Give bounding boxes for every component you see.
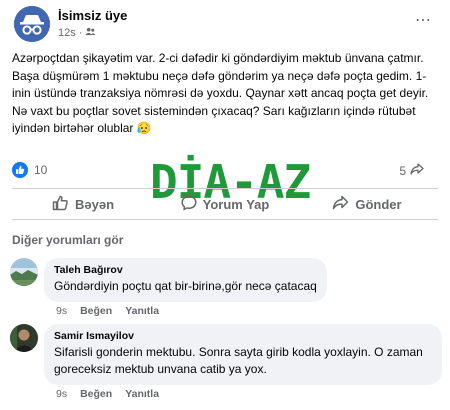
- commenter-name[interactable]: Taleh Bağırov: [54, 264, 317, 276]
- comment-bubble: Taleh Bağırov Göndərdiyin poçtu qat bir-…: [44, 258, 327, 302]
- meta-separator: ·: [78, 27, 83, 39]
- post-paragraph-2: Nə vaxt bu poçtlar sovet sistemindən çıx…: [12, 103, 416, 136]
- comment-reply-button[interactable]: Yanıtla: [125, 388, 159, 400]
- comment-item: Taleh Bağırov Göndərdiyin poçtu qat bir-…: [10, 258, 440, 320]
- comment-like-button[interactable]: Beğen: [80, 388, 112, 400]
- share-icon: [410, 163, 424, 178]
- commenter-avatar[interactable]: [10, 258, 38, 286]
- comment-text: Göndərdiyin poçtu qat bir-birinə,gör nec…: [54, 279, 317, 293]
- comment-actions: 9s Beğen Yanıtla: [56, 388, 159, 400]
- like-button[interactable]: Bəyən: [12, 189, 154, 219]
- comment-icon: [181, 195, 197, 214]
- comment-reply-button[interactable]: Yanıtla: [125, 305, 159, 317]
- comment-button[interactable]: Yorum Yap: [154, 189, 296, 219]
- comment-item: Samir Ismayilov Sifarisli gonderin mektu…: [10, 324, 442, 404]
- friends-icon: [85, 26, 96, 40]
- share-count[interactable]: 5: [399, 163, 424, 178]
- comment-bubble: Samir Ismayilov Sifarisli gonderin mektu…: [44, 324, 442, 385]
- share-count-value: 5: [399, 163, 406, 178]
- post-action-bar: Bəyən Yorum Yap Gönder: [12, 188, 438, 220]
- commenter-name[interactable]: Samir Ismayilov: [54, 330, 432, 342]
- post-body: Azərpoçtdan şikayətim var. 2-ci dəfədir …: [12, 50, 438, 138]
- like-count[interactable]: 10: [34, 163, 47, 177]
- post-header: İsimsiz üye 12s · ⋯: [14, 6, 436, 42]
- like-button-label: Bəyən: [74, 196, 115, 212]
- post-paragraph-1: Azərpoçtdan şikayətim var. 2-ci dəfədir …: [12, 51, 429, 100]
- comment-actions: 9s Beğen Yanıtla: [56, 305, 159, 317]
- comment-button-label: Yorum Yap: [202, 196, 270, 212]
- incognito-avatar-icon[interactable]: [14, 6, 50, 42]
- more-options-icon[interactable]: ⋯: [415, 10, 432, 30]
- comment-time[interactable]: 9s: [56, 305, 67, 317]
- post-time[interactable]: 12s: [58, 27, 76, 39]
- comment-like-button[interactable]: Beğen: [80, 305, 112, 317]
- commenter-avatar[interactable]: [10, 324, 38, 352]
- share-arrow-icon: [332, 195, 349, 213]
- thumbs-up-icon: [52, 195, 69, 214]
- comment-text: Sifarisli gonderin mektubu. Sonra sayta …: [54, 345, 423, 376]
- share-button[interactable]: Gönder: [296, 189, 438, 219]
- post-author-name[interactable]: İsimsiz üye: [58, 8, 127, 23]
- share-button-label: Gönder: [355, 196, 402, 212]
- post-meta: 12s ·: [58, 26, 96, 40]
- comment-time[interactable]: 9s: [56, 388, 67, 400]
- view-more-comments-link[interactable]: Diğer yorumları gör: [12, 233, 123, 247]
- like-reaction-icon[interactable]: [12, 162, 28, 178]
